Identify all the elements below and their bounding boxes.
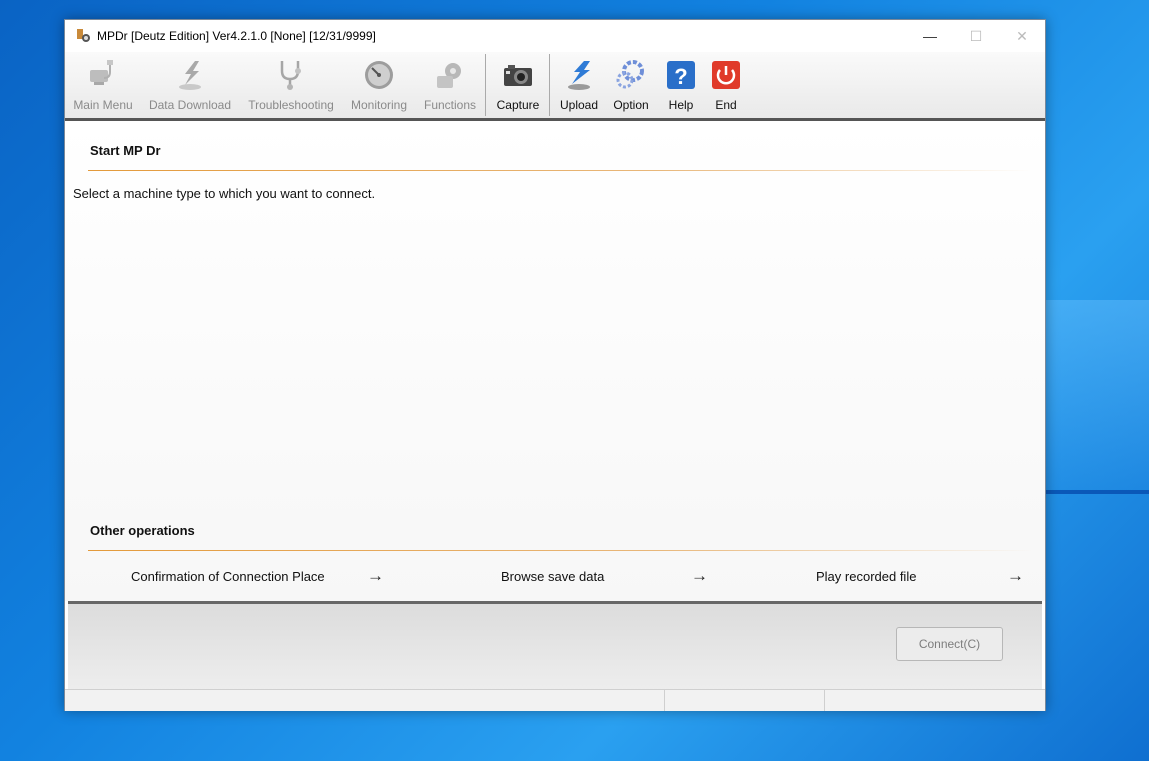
main-content: Start MP Dr Select a machine type to whi…	[65, 121, 1045, 601]
title-bar[interactable]: MPDr [Deutz Edition] Ver4.2.1.0 [None] […	[65, 20, 1045, 52]
app-window: MPDr [Deutz Edition] Ver4.2.1.0 [None] […	[64, 19, 1046, 711]
toolbar-main-menu[interactable]: Main Menu	[69, 52, 137, 118]
power-icon	[712, 61, 740, 89]
link-confirmation-connection-place[interactable]: Confirmation of Connection Place	[131, 569, 325, 584]
start-heading: Start MP Dr	[90, 143, 161, 158]
stethoscope-icon	[280, 61, 301, 90]
toolbar-monitoring[interactable]: Monitoring	[347, 52, 411, 118]
download-icon	[179, 61, 201, 90]
desktop-light-beam	[1046, 300, 1149, 490]
minimize-button[interactable]: —	[907, 20, 953, 52]
status-bar	[65, 689, 1045, 711]
help-icon: ?	[667, 61, 695, 89]
connect-button[interactable]: Connect(C)	[896, 627, 1003, 661]
link-play-recorded-file[interactable]: Play recorded file	[816, 569, 916, 584]
maximize-button[interactable]: ☐	[953, 20, 999, 52]
toolbar-data-download[interactable]: Data Download	[147, 52, 233, 118]
close-button[interactable]: ✕	[999, 20, 1045, 52]
window-title: MPDr [Deutz Edition] Ver4.2.1.0 [None] […	[97, 29, 376, 43]
toolbar-separator	[549, 54, 550, 116]
status-divider	[824, 690, 825, 711]
other-operations-heading: Other operations	[90, 523, 195, 538]
toolbar-separator	[485, 54, 486, 116]
toolbar-capture-label: Capture	[496, 98, 540, 112]
camera-icon	[504, 65, 532, 86]
action-bar: Connect(C)	[68, 601, 1042, 692]
status-divider	[664, 690, 665, 711]
toolbar-troubleshooting-label: Troubleshooting	[248, 98, 334, 112]
toolbar-option[interactable]: Option	[607, 52, 655, 118]
toolbar-functions-label: Functions	[423, 98, 477, 112]
desktop-light-edge	[1046, 490, 1149, 494]
toolbar-troubleshooting[interactable]: Troubleshooting	[245, 52, 337, 118]
toolbar-help-label: Help	[668, 98, 694, 112]
toolbar-functions[interactable]: Functions	[421, 52, 479, 118]
gears-icon	[437, 63, 461, 88]
toolbar: Main Menu Data Download Troubleshooting	[65, 52, 1045, 121]
arrow-right-icon[interactable]: →	[1007, 566, 1024, 586]
instruction-text: Select a machine type to which you want …	[73, 186, 376, 201]
arrow-right-icon[interactable]: →	[367, 566, 384, 586]
toolbar-upload-label: Upload	[559, 98, 599, 112]
toolbar-upload[interactable]: Upload	[553, 52, 605, 118]
toolbar-capture[interactable]: Capture	[489, 52, 547, 118]
settings-gear-icon	[616, 60, 644, 89]
link-browse-save-data[interactable]: Browse save data	[501, 569, 604, 584]
upload-icon	[568, 61, 590, 90]
toolbar-monitoring-label: Monitoring	[350, 98, 408, 112]
app-icon	[77, 29, 90, 42]
computer-plug-icon	[90, 60, 113, 85]
toolbar-help[interactable]: ? Help	[659, 52, 703, 118]
toolbar-end-label: End	[715, 98, 737, 112]
arrow-right-icon[interactable]: →	[691, 566, 708, 586]
toolbar-option-label: Option	[613, 98, 649, 112]
toolbar-main-menu-label: Main Menu	[73, 98, 133, 112]
section-divider	[88, 550, 1033, 551]
toolbar-end[interactable]: End	[705, 52, 747, 118]
gauge-icon	[365, 61, 393, 89]
svg-text:?: ?	[674, 64, 687, 89]
section-divider	[88, 170, 1033, 171]
toolbar-data-download-label: Data Download	[148, 98, 232, 112]
